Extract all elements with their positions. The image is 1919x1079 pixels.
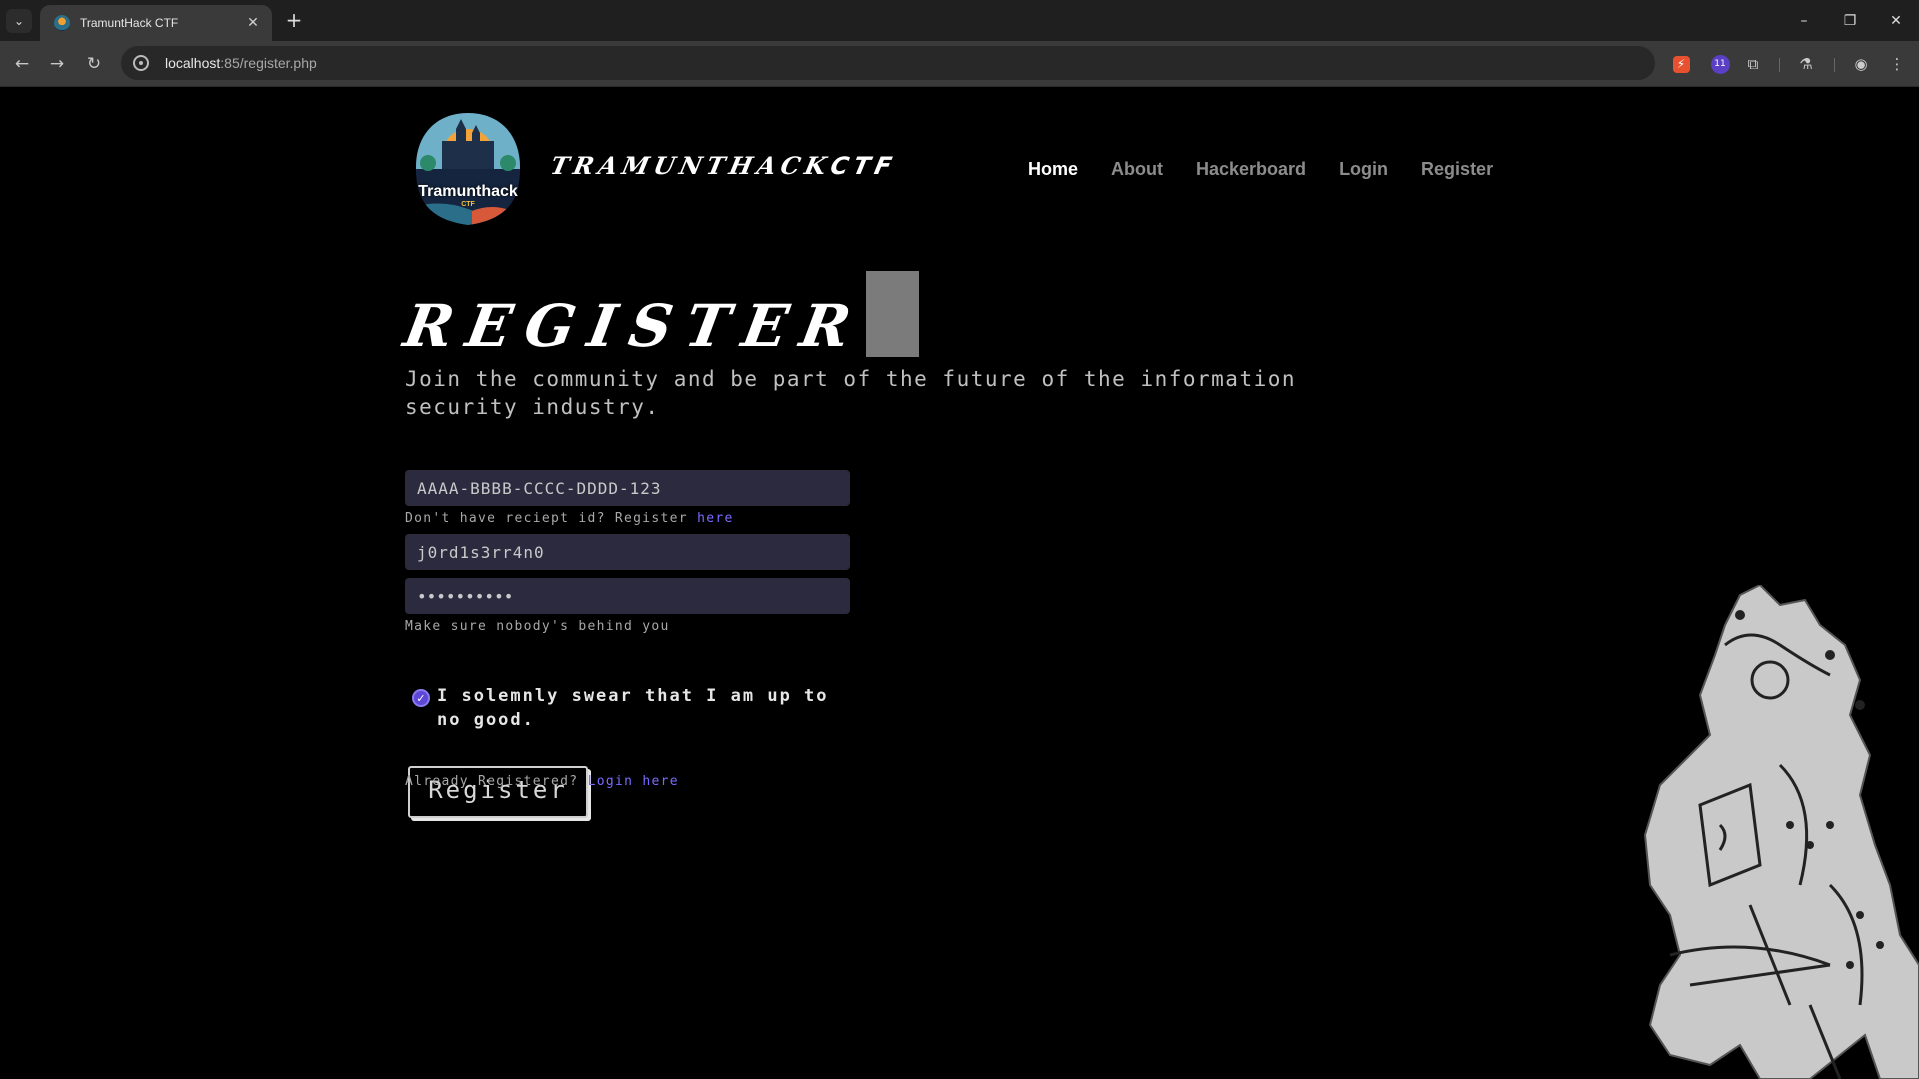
swear-checkbox-label[interactable]: I solemnly swear that I am up to no good…	[437, 684, 857, 732]
address-bar[interactable]: localhost:85/register.php	[121, 46, 1655, 80]
nav-login[interactable]: Login	[1339, 159, 1388, 180]
tab-close-icon[interactable]: ✕	[244, 15, 262, 31]
login-prompt: Already Registered? Login here	[405, 774, 679, 789]
tab-title: TramuntHack CTF	[80, 16, 179, 30]
username-input[interactable]: j0rd1s3rr4n0	[405, 534, 850, 570]
nav-register[interactable]: Register	[1421, 159, 1493, 180]
main-nav: Home About Hackerboard Login Register	[1028, 159, 1493, 180]
login-prompt-text: Already Registered?	[405, 774, 579, 789]
forward-arrow-icon[interactable]: →	[43, 50, 71, 78]
brand-main: TRAMUNTHACK	[547, 151, 835, 180]
menu-kebab-icon[interactable]: ⋮	[1886, 53, 1908, 75]
logo-text: Tramunthack	[418, 183, 518, 200]
back-arrow-icon[interactable]: ←	[8, 50, 36, 78]
restore-icon[interactable]: ❐	[1827, 0, 1873, 41]
receipt-id-input[interactable]: AAAA-BBBB-CCCC-DDDD-123	[405, 470, 850, 506]
register-heading: REGISTER	[399, 271, 919, 360]
nav-about[interactable]: About	[1111, 159, 1163, 180]
page-subtitle: Join the community and be part of the fu…	[405, 367, 1297, 419]
nav-hackerboard[interactable]: Hackerboard	[1196, 159, 1306, 180]
extension-bolt-icon[interactable]: ⚡	[1672, 55, 1690, 73]
toolbar-divider	[1834, 58, 1835, 72]
brand-wordmark[interactable]: TRAMUNTHACKCTF	[548, 151, 900, 180]
checkmark-icon: ✓	[416, 691, 426, 705]
reload-icon[interactable]: ↻	[80, 50, 108, 78]
site-info-icon[interactable]	[133, 55, 149, 71]
minimize-icon[interactable]: –	[1781, 0, 1827, 41]
tab-favicon-icon	[54, 15, 70, 31]
tab-search-chevron-icon[interactable]: ⌄	[6, 9, 32, 33]
url-path: :85/register.php	[220, 55, 317, 71]
browser-tab-bar: ⌄ TramuntHack CTF ✕ + – ❐ ✕	[0, 0, 1919, 41]
tramunthack-logo[interactable]	[412, 111, 524, 227]
receipt-hint-text: Don't have reciept id? Register	[405, 511, 688, 526]
close-window-icon[interactable]: ✕	[1873, 0, 1919, 41]
jester-illustration	[1643, 585, 1919, 1079]
browser-tab[interactable]: TramuntHack CTF ✕	[40, 5, 272, 41]
typing-cursor	[865, 271, 919, 357]
password-hint: Make sure nobody's behind you	[405, 619, 670, 634]
swear-checkbox[interactable]: ✓	[412, 689, 430, 707]
window-controls: – ❐ ✕	[1781, 0, 1919, 41]
brand-suffix: CTF	[827, 152, 900, 180]
extension-badge-icon[interactable]: 11	[1710, 54, 1730, 74]
logo-subtext: CTF	[461, 201, 475, 208]
url-host: localhost	[165, 55, 221, 71]
page-title: REGISTER	[399, 292, 870, 360]
password-input[interactable]: ••••••••••	[405, 578, 850, 614]
login-here-link[interactable]: Login here	[588, 774, 679, 789]
extensions-puzzle-icon[interactable]: ⧉	[1742, 53, 1764, 75]
profile-icon[interactable]: ◉	[1850, 53, 1872, 75]
browser-toolbar: ← → ↻ localhost:85/register.php ⚡ 11 ⧉ ⚗…	[0, 41, 1919, 87]
new-tab-plus-icon[interactable]: +	[282, 9, 306, 33]
toolbar-divider	[1779, 58, 1780, 72]
receipt-register-link[interactable]: here	[697, 511, 734, 526]
page-content: Tramunthack CTF TRAMUNTHACKCTF Home Abou…	[0, 87, 1919, 1079]
receipt-hint: Don't have reciept id? Register here	[405, 511, 734, 526]
nav-home[interactable]: Home	[1028, 159, 1078, 180]
labs-flask-icon[interactable]: ⚗	[1795, 53, 1817, 75]
